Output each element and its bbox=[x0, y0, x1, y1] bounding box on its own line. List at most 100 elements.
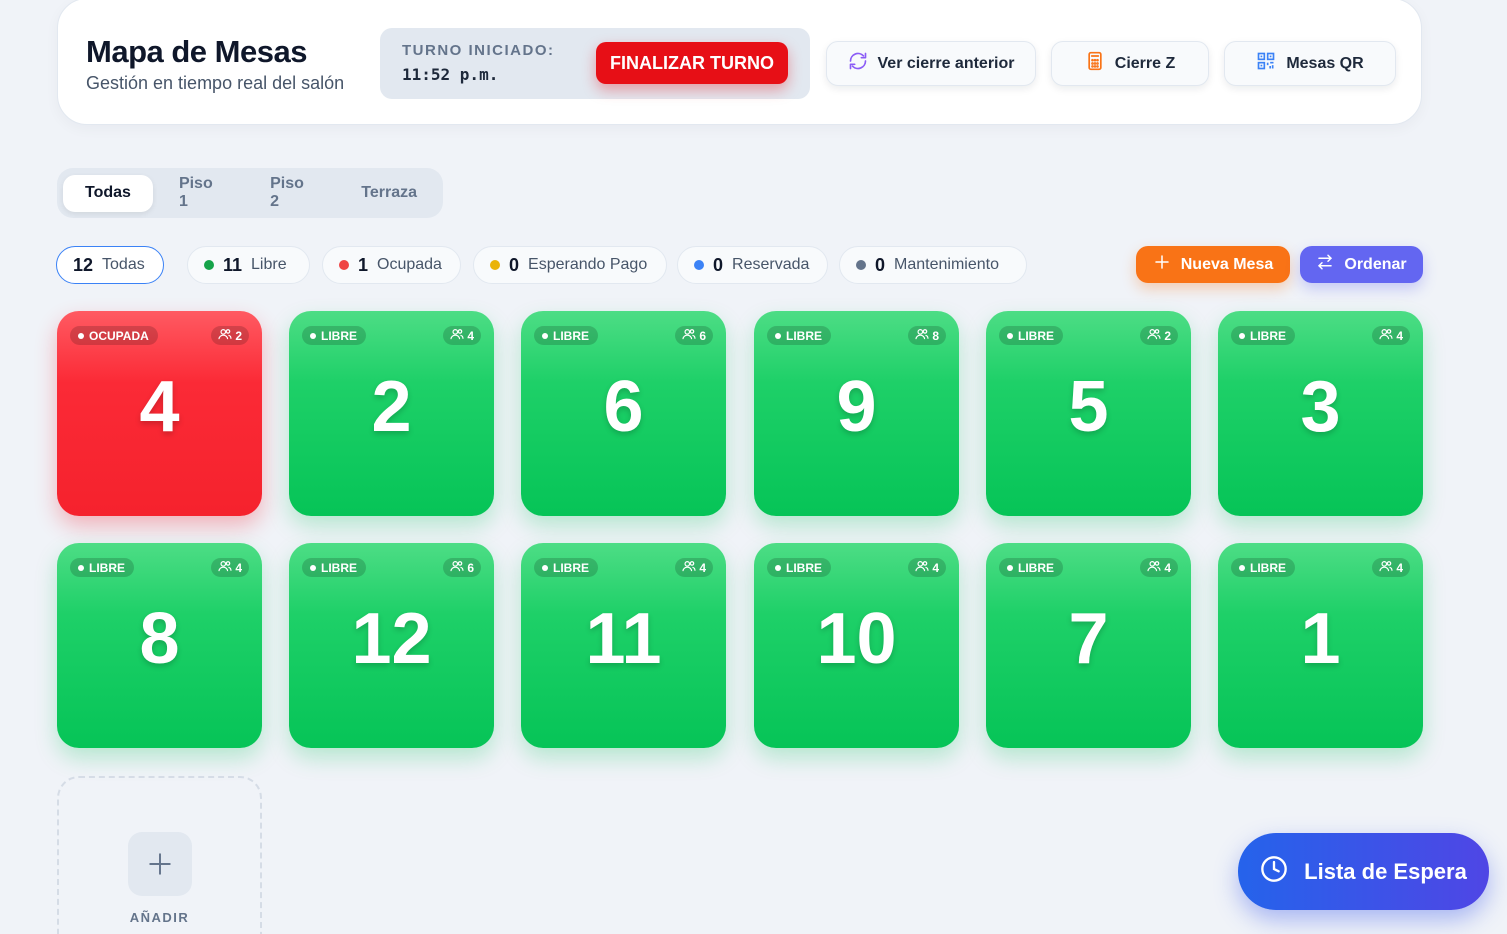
table-status-badge: LIBRE bbox=[767, 326, 831, 345]
table-card[interactable]: LIBRE 4 1 bbox=[1218, 543, 1423, 748]
waitlist-button[interactable]: Lista de Espera bbox=[1238, 833, 1489, 910]
table-card[interactable]: LIBRE 4 8 bbox=[57, 543, 262, 748]
table-number: 8 bbox=[139, 599, 180, 679]
table-capacity-badge: 4 bbox=[211, 558, 249, 577]
users-icon bbox=[1379, 328, 1393, 343]
filter-todas[interactable]: 12 Todas bbox=[56, 246, 164, 284]
table-card[interactable]: OCUPADA 2 4 bbox=[57, 311, 262, 516]
plus-icon bbox=[128, 832, 192, 896]
shift-time: 11:52 p.m. bbox=[402, 65, 499, 84]
table-capacity: 4 bbox=[1396, 560, 1403, 575]
refresh-icon bbox=[848, 51, 868, 76]
finalize-shift-button[interactable]: FINALIZAR TURNO bbox=[596, 42, 788, 84]
table-capacity-badge: 4 bbox=[908, 558, 946, 577]
status-dot-icon bbox=[1007, 332, 1013, 339]
header-card: Mapa de Mesas Gestión en tiempo real del… bbox=[57, 0, 1422, 125]
filter-label: Ocupada bbox=[377, 256, 442, 273]
table-card[interactable]: LIBRE 4 11 bbox=[521, 543, 726, 748]
status-dot-ocupada bbox=[339, 260, 349, 270]
table-status-label: LIBRE bbox=[321, 560, 357, 575]
users-icon bbox=[682, 560, 696, 575]
tab-terraza[interactable]: Terraza bbox=[339, 175, 439, 212]
filter-count: 11 bbox=[223, 254, 243, 275]
table-card[interactable]: LIBRE 4 3 bbox=[1218, 311, 1423, 516]
table-number: 10 bbox=[816, 599, 897, 679]
table-capacity: 6 bbox=[467, 560, 474, 575]
table-status-label: LIBRE bbox=[553, 560, 589, 575]
previous-close-button[interactable]: Ver cierre anterior bbox=[826, 41, 1036, 86]
table-status-label: LIBRE bbox=[1250, 328, 1286, 343]
table-capacity-badge: 4 bbox=[1372, 326, 1410, 345]
status-dot-reservada bbox=[694, 260, 704, 270]
table-status-badge: OCUPADA bbox=[70, 326, 158, 345]
filter-libre[interactable]: 11 Libre bbox=[187, 246, 310, 284]
users-icon bbox=[915, 560, 929, 575]
plus-icon bbox=[1153, 253, 1171, 276]
qr-code-icon bbox=[1256, 51, 1276, 76]
add-table-card[interactable]: AÑADIR bbox=[57, 776, 262, 934]
status-dot-icon bbox=[310, 332, 316, 339]
table-capacity: 4 bbox=[235, 560, 242, 575]
table-card[interactable]: LIBRE 4 10 bbox=[754, 543, 959, 748]
table-status-label: LIBRE bbox=[786, 328, 822, 343]
table-capacity: 2 bbox=[235, 328, 242, 343]
status-dot-esperando-pago bbox=[490, 260, 500, 270]
shift-status-box: TURNO INICIADO: 11:52 p.m. FINALIZAR TUR… bbox=[380, 28, 810, 99]
table-number: 11 bbox=[585, 599, 662, 679]
table-capacity-badge: 4 bbox=[1140, 558, 1178, 577]
filter-esperando-pago[interactable]: 0 Esperando Pago bbox=[473, 246, 667, 284]
qr-tables-button[interactable]: Mesas QR bbox=[1224, 41, 1396, 86]
filter-ocupada[interactable]: 1 Ocupada bbox=[322, 246, 461, 284]
floor-tabs: Todas Piso 1 Piso 2 Terraza bbox=[57, 168, 443, 218]
filter-mantenimiento[interactable]: 0 Mantenimiento bbox=[839, 246, 1027, 284]
table-number: 12 bbox=[351, 599, 432, 679]
table-capacity-badge: 4 bbox=[1372, 558, 1410, 577]
status-dot-icon bbox=[310, 564, 316, 571]
table-capacity-badge: 8 bbox=[908, 326, 946, 345]
table-capacity: 2 bbox=[1164, 328, 1171, 343]
users-icon bbox=[682, 328, 696, 343]
filter-label: Libre bbox=[251, 256, 287, 273]
table-status-badge: LIBRE bbox=[534, 326, 598, 345]
sort-button[interactable]: Ordenar bbox=[1300, 246, 1423, 283]
new-table-label: Nueva Mesa bbox=[1180, 255, 1274, 273]
close-z-button[interactable]: Cierre Z bbox=[1051, 41, 1209, 86]
waitlist-label: Lista de Espera bbox=[1304, 858, 1467, 884]
close-z-label: Cierre Z bbox=[1114, 54, 1176, 72]
table-capacity-badge: 6 bbox=[675, 326, 713, 345]
table-status-badge: LIBRE bbox=[999, 326, 1063, 345]
table-capacity-badge: 2 bbox=[211, 326, 249, 345]
table-capacity: 4 bbox=[932, 560, 939, 575]
table-capacity-badge: 4 bbox=[443, 326, 481, 345]
users-icon bbox=[1379, 560, 1393, 575]
users-icon bbox=[450, 328, 464, 343]
status-dot-icon bbox=[775, 564, 781, 571]
table-number: 6 bbox=[603, 367, 644, 447]
table-capacity: 6 bbox=[699, 328, 706, 343]
table-number: 1 bbox=[1300, 599, 1341, 679]
filter-label: Mantenimiento bbox=[894, 256, 999, 273]
table-status-badge: LIBRE bbox=[999, 558, 1063, 577]
table-card[interactable]: LIBRE 4 7 bbox=[986, 543, 1191, 748]
tab-piso-2[interactable]: Piso 2 bbox=[248, 175, 335, 212]
table-card[interactable]: LIBRE 4 2 bbox=[289, 311, 494, 516]
filter-count: 0 bbox=[713, 254, 724, 275]
table-card[interactable]: LIBRE 6 6 bbox=[521, 311, 726, 516]
filter-count: 1 bbox=[358, 254, 369, 275]
status-dot-icon bbox=[542, 332, 548, 339]
status-dot-icon bbox=[78, 332, 84, 339]
table-capacity-badge: 4 bbox=[675, 558, 713, 577]
status-dot-icon bbox=[1007, 564, 1013, 571]
tab-todas[interactable]: Todas bbox=[63, 174, 153, 212]
new-table-button[interactable]: Nueva Mesa bbox=[1136, 246, 1290, 283]
tab-piso-1[interactable]: Piso 1 bbox=[157, 175, 244, 212]
filter-reservada[interactable]: 0 Reservada bbox=[677, 246, 828, 284]
filter-label: Esperando Pago bbox=[528, 256, 648, 273]
table-card[interactable]: LIBRE 2 5 bbox=[986, 311, 1191, 516]
table-card[interactable]: LIBRE 8 9 bbox=[754, 311, 959, 516]
table-capacity: 4 bbox=[1396, 328, 1403, 343]
table-card[interactable]: LIBRE 6 12 bbox=[289, 543, 494, 748]
shift-label: TURNO INICIADO: bbox=[402, 42, 555, 59]
table-status-label: LIBRE bbox=[1018, 328, 1054, 343]
table-status-badge: LIBRE bbox=[1231, 326, 1295, 345]
